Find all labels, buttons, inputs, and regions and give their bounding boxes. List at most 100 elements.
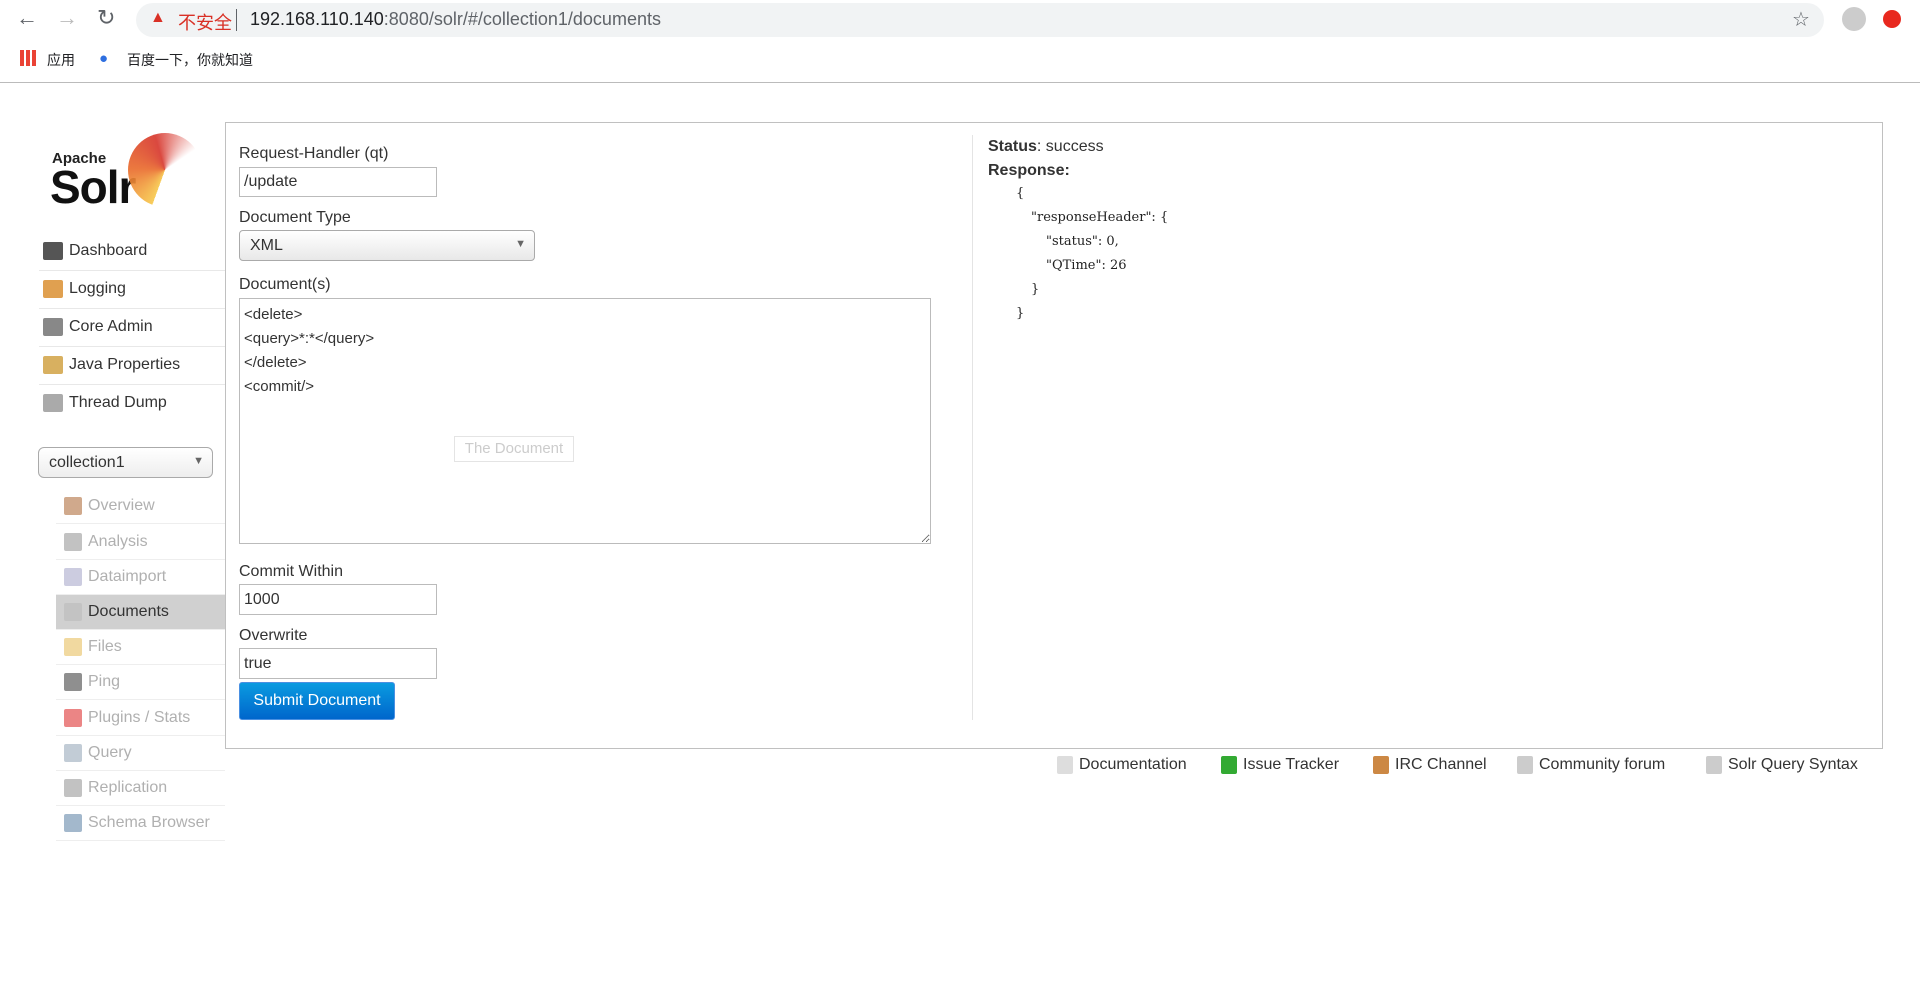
warning-icon: ▲ [150,9,166,26]
baidu-paw-icon: ● [99,50,109,67]
star-icon[interactable]: ☆ [1792,7,1810,32]
textarea-placeholder-tooltip: The Document [454,436,574,462]
sidebar-item-dashboard[interactable]: Dashboard [43,242,147,260]
document-icon [1057,756,1073,774]
extension-icon[interactable] [1883,10,1901,28]
core-item-label: Replication [88,779,168,797]
core-item-label: Schema Browser [88,814,210,832]
core-item-documents[interactable]: Documents [56,595,225,630]
dataimport-icon [64,567,82,586]
response-label: Response: [988,162,1070,179]
sidebar-item-label: Java Properties [69,356,181,374]
sidebar-item-thread-dump[interactable]: Thread Dump [43,394,167,412]
core-item-overview[interactable]: Overview [56,489,225,525]
documents-label: Document(s) [239,276,331,293]
core-item-label: Dataimport [88,568,167,586]
doctype-label: Document Type [239,209,351,226]
logo-solr: Solr [50,161,136,213]
overwrite-label: Overwrite [239,627,308,644]
json-line: } [1016,306,1025,321]
sidebar-item-core-admin[interactable]: Core Admin [43,318,153,336]
chevron-down-icon: ▼ [515,238,526,250]
core-item-replication[interactable]: Replication [56,771,225,806]
core-selector-value: collection1 [49,454,125,471]
documents-icon [64,603,82,621]
core-item-label: Query [88,744,132,762]
handler-label: Request-Handler (qt) [239,145,389,162]
toolbar-divider [0,82,1920,83]
json-line: "responseHeader": { [1031,210,1169,225]
overview-icon [64,497,82,516]
footer-link-label: Community forum [1539,756,1666,774]
divider [39,346,225,347]
sidebar-item-label: Core Admin [69,318,153,336]
core-item-label: Ping [88,673,121,691]
plugins-stats-icon [64,708,82,727]
query-icon [64,743,82,762]
core-item-ping[interactable]: Ping [56,665,225,701]
divider [39,308,225,309]
apps-grid-icon [20,50,36,66]
core-item-label: Plugins / Stats [88,708,191,726]
bookmark-baidu[interactable]: 百度一下，你就知道 [127,50,253,70]
json-line: { [1016,186,1025,201]
core-item-label: Files [88,638,122,656]
java-icon [43,356,63,374]
sidebar-item-java-properties[interactable]: Java Properties [43,356,180,374]
core-item-plugins-stats[interactable]: Plugins / Stats [56,701,225,736]
profile-avatar[interactable] [1842,7,1866,31]
json-line: } [1031,282,1040,297]
core-item-label: Overview [88,497,155,515]
forward-button[interactable]: → [56,5,78,31]
core-item-analysis[interactable]: Analysis [56,525,225,560]
status-line: Status: success [988,138,1104,155]
submit-document-button[interactable]: Submit Document [239,682,395,720]
bookmark-apps[interactable]: 应用 [47,50,75,70]
security-label[interactable]: 不安全 [178,9,232,35]
core-item-label: Analysis [88,532,148,550]
footer-link-community-forum[interactable]: Community forum [1517,756,1665,774]
core-item-dataimport[interactable]: Dataimport [56,560,225,595]
analysis-icon [64,532,82,551]
footer-link-solr-query-syntax[interactable]: Solr Query Syntax [1706,756,1858,774]
logging-icon [43,280,63,298]
json-line: "status": 0, [1046,234,1119,249]
documents-textarea[interactable]: <delete> <query>*:*</query> </delete> <c… [239,298,931,544]
doctype-value: XML [250,237,283,254]
core-selector[interactable]: collection1 ▼ [38,447,213,478]
core-item-schema-browser[interactable]: Schema Browser [56,806,225,842]
dashboard-icon [43,242,63,260]
core-item-files[interactable]: Files [56,630,225,666]
chevron-down-icon: ▼ [193,455,204,467]
url-path: :8080/solr/#/collection1/documents [383,9,661,29]
footer-link-label: Solr Query Syntax [1728,756,1858,774]
commit-within-label: Commit Within [239,563,344,580]
ping-icon [64,673,82,692]
commit-within-input[interactable] [239,584,437,615]
footer-link-documentation[interactable]: Documentation [1057,756,1187,774]
status-value: success [1045,138,1104,155]
url-host: 192.168.110.140 [250,9,384,29]
status-label: Status [988,138,1037,155]
overwrite-input[interactable] [239,648,437,679]
reload-button[interactable]: ↻ [97,5,115,31]
sidebar-item-label: Dashboard [69,242,148,260]
footer-link-label: Documentation [1079,756,1187,774]
divider [39,384,225,385]
sidebar-item-label: Thread Dump [69,394,167,412]
mail-icon [1517,756,1533,774]
footer-link-label: Issue Tracker [1243,756,1340,774]
doctype-select[interactable]: XML ▼ [239,230,535,261]
bug-icon [1221,756,1237,774]
footer-link-label: IRC Channel [1395,756,1487,774]
core-item-query[interactable]: Query [56,736,225,771]
footer-link-irc-channel[interactable]: IRC Channel [1373,756,1487,774]
sidebar-item-label: Logging [69,280,126,298]
json-line: "QTime": 26 [1046,258,1127,273]
url-text[interactable]: 192.168.110.140:8080/solr/#/collection1/… [250,9,661,30]
handler-input[interactable] [239,167,437,197]
core-item-label: Documents [88,603,169,621]
back-button[interactable]: ← [16,5,38,31]
footer-link-issue-tracker[interactable]: Issue Tracker [1221,756,1339,774]
sidebar-item-logging[interactable]: Logging [43,280,126,298]
